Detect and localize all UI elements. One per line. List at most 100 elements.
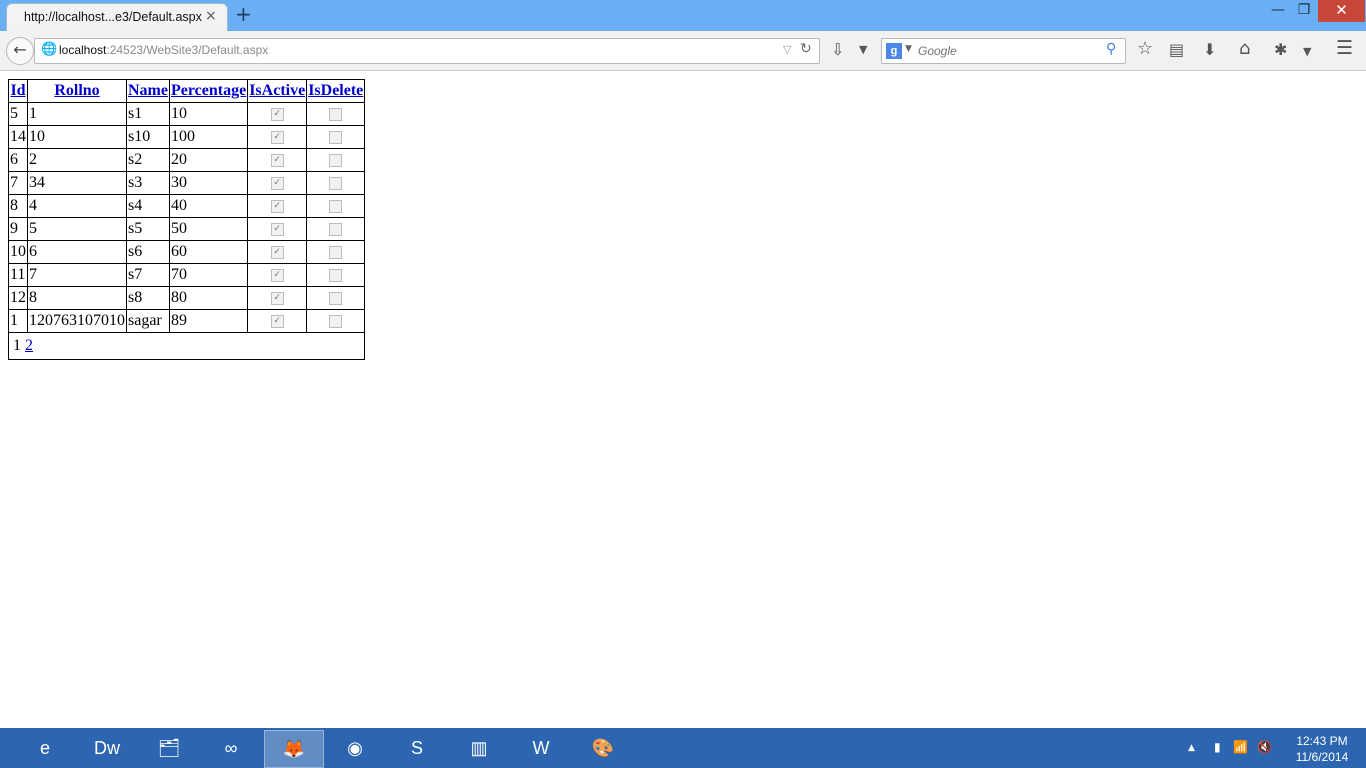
addon-icon[interactable]: ⇩: [831, 40, 844, 60]
isdelete-checkbox: [329, 107, 343, 121]
cell-id: 5: [8, 102, 28, 126]
close-window-button[interactable]: ✕: [1318, 0, 1365, 22]
reading-list-icon[interactable]: ▤: [1169, 40, 1184, 60]
cell-rollno: 8: [27, 286, 127, 310]
word-icon[interactable]: W: [512, 730, 570, 766]
sort-id-link[interactable]: Id: [10, 82, 25, 99]
header-percentage[interactable]: Percentage: [168, 79, 249, 103]
maximize-button[interactable]: ❐: [1292, 0, 1316, 22]
isdelete-checkbox: [329, 291, 343, 305]
table-row: 12 8 s8 80 ✓: [8, 286, 366, 310]
isactive-checkbox: ✓: [270, 245, 284, 259]
addon-dropdown-icon[interactable]: ▼: [859, 40, 867, 60]
cell-isactive: ✓: [247, 217, 308, 241]
cell-percentage: 80: [168, 286, 249, 310]
isactive-checkbox: ✓: [270, 153, 284, 167]
cell-name: s10: [126, 125, 170, 149]
bookmark-star-icon[interactable]: ☆: [1137, 39, 1153, 59]
new-tab-button[interactable]: +: [235, 4, 252, 24]
cell-id: 10: [8, 240, 28, 264]
reload-icon[interactable]: ↻: [800, 41, 812, 57]
url-text[interactable]: localhost:24523/WebSite3/Default.aspx: [59, 43, 268, 57]
battery-icon[interactable]: ▮: [1214, 740, 1221, 754]
search-box[interactable]: g ▼ ⚲: [881, 38, 1126, 64]
url-dropdown-icon[interactable]: ▽: [783, 43, 791, 56]
isdelete-checkbox: [329, 222, 343, 236]
students-grid: Id Rollno Name Percentage IsActive IsDel…: [7, 79, 366, 360]
url-host: localhost: [59, 43, 107, 57]
cell-rollno: 2: [27, 148, 127, 172]
dreamweaver-icon[interactable]: Dw: [78, 730, 136, 766]
search-engine-dropdown-icon[interactable]: ▼: [905, 44, 912, 54]
sort-percentage-link[interactable]: Percentage: [171, 82, 246, 99]
cell-id: 7: [8, 171, 28, 195]
show-hidden-icons-icon[interactable]: ▲: [1188, 743, 1195, 753]
url-path: :24523/WebSite3/Default.aspx: [106, 43, 269, 57]
isdelete-checkbox: [329, 153, 343, 167]
grid-body: 5 1 s1 10 ✓ 14 10 s10 100 ✓ 6 2 s2 20 ✓ 7 34 s3 30 ✓ 8 4 s4 40 ✓…: [8, 102, 366, 333]
isdelete-checkbox: [329, 314, 343, 328]
volume-icon[interactable]: 🔇: [1257, 740, 1272, 754]
firebug-icon[interactable]: ✱: [1274, 40, 1287, 60]
header-isactive[interactable]: IsActive: [247, 79, 308, 103]
search-input[interactable]: [918, 44, 1098, 58]
sort-isactive-link[interactable]: IsActive: [249, 82, 305, 99]
home-icon[interactable]: ⌂: [1239, 39, 1250, 59]
cell-isdelete: [306, 125, 366, 149]
firefox-icon[interactable]: 🦊: [264, 730, 324, 768]
skype-icon[interactable]: S: [388, 730, 446, 766]
chrome-icon[interactable]: ◉: [326, 730, 384, 766]
cell-id: 11: [8, 263, 28, 287]
firebug-dropdown-icon[interactable]: ▼: [1303, 42, 1311, 62]
paint-icon[interactable]: 🎨: [574, 730, 632, 766]
network-icon[interactable]: 📶: [1233, 740, 1248, 754]
cell-isactive: ✓: [247, 148, 308, 172]
isactive-checkbox: ✓: [270, 222, 284, 236]
cell-rollno: 34: [27, 171, 127, 195]
header-isdelete[interactable]: IsDelete: [306, 79, 366, 103]
internet-explorer-icon[interactable]: e: [16, 730, 74, 766]
address-bar[interactable]: 🌐 localhost:24523/WebSite3/Default.aspx …: [34, 38, 820, 64]
menu-icon[interactable]: ☰: [1336, 38, 1353, 58]
browser-tab[interactable]: http://localhost...e3/Default.aspx ×: [6, 3, 228, 32]
cell-id: 14: [8, 125, 28, 149]
header-rollno[interactable]: Rollno: [27, 79, 127, 103]
grid-pager-row: 1 2: [7, 332, 366, 360]
cell-percentage: 20: [168, 148, 249, 172]
cell-percentage: 89: [168, 309, 249, 333]
cell-name: s3: [126, 171, 170, 195]
visual-studio-icon[interactable]: ∞: [202, 730, 260, 766]
minimize-button[interactable]: —: [1266, 0, 1290, 22]
cell-rollno: 120763107010: [27, 309, 127, 333]
cell-name: s4: [126, 194, 170, 218]
table-row: 9 5 s5 50 ✓: [8, 217, 366, 241]
header-id[interactable]: Id: [8, 79, 28, 103]
sort-isdelete-link[interactable]: IsDelete: [308, 82, 363, 99]
cell-isdelete: [306, 217, 366, 241]
isdelete-checkbox: [329, 268, 343, 282]
cell-isactive: ✓: [247, 240, 308, 264]
google-icon[interactable]: g: [886, 43, 902, 59]
header-name[interactable]: Name: [126, 79, 170, 103]
cell-rollno: 5: [27, 217, 127, 241]
sort-name-link[interactable]: Name: [128, 82, 168, 99]
cell-name: s8: [126, 286, 170, 310]
cell-name: s1: [126, 102, 170, 126]
isactive-checkbox: ✓: [270, 199, 284, 213]
back-button[interactable]: ←: [6, 37, 34, 65]
file-explorer-icon[interactable]: 🗂: [140, 730, 198, 766]
cell-id: 6: [8, 148, 28, 172]
isactive-checkbox: ✓: [270, 176, 284, 190]
cell-isactive: ✓: [247, 309, 308, 333]
sort-rollno-link[interactable]: Rollno: [54, 82, 99, 99]
pager-page-link[interactable]: 2: [25, 337, 33, 354]
close-tab-icon[interactable]: ×: [205, 8, 217, 24]
cell-percentage: 70: [168, 263, 249, 287]
cell-name: s5: [126, 217, 170, 241]
system-clock[interactable]: 12:43 PM 11/6/2014: [1284, 733, 1360, 765]
cell-isdelete: [306, 148, 366, 172]
search-icon[interactable]: ⚲: [1106, 41, 1116, 57]
sql-tool-icon[interactable]: ▥: [450, 730, 508, 766]
cell-id: 12: [8, 286, 28, 310]
downloads-icon[interactable]: ⬇: [1203, 40, 1216, 60]
